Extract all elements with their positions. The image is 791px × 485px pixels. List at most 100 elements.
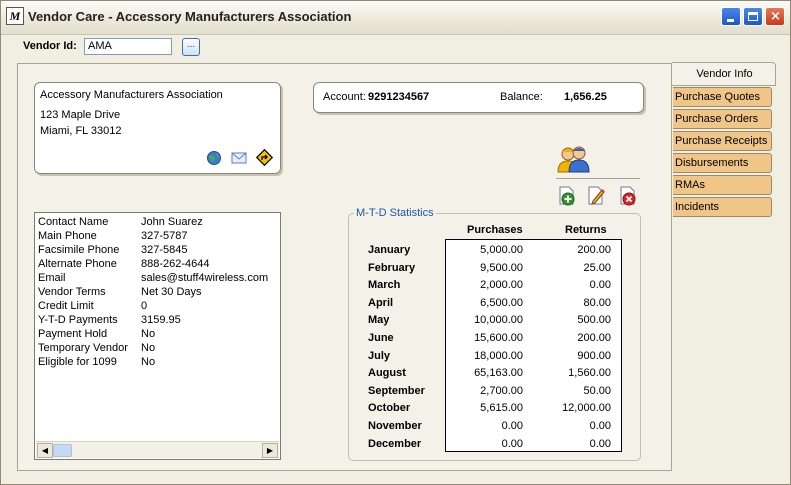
tab-vendor-info[interactable]: Vendor Info	[672, 62, 776, 86]
contact-field-label: Facsimile Phone	[38, 244, 120, 256]
web-globe-icon[interactable]	[206, 150, 222, 166]
vendor-id-label: Vendor Id:	[23, 40, 77, 52]
purchases-header: Purchases	[467, 224, 523, 236]
contact-info-list[interactable]: Contact Name John Suarez Main Phone 327-578…	[34, 212, 281, 460]
returns-value: 500.00	[577, 314, 611, 327]
month-label: August	[368, 367, 406, 380]
contact-field-value: 327-5845	[141, 244, 188, 256]
contact-field-value: 0	[141, 300, 148, 312]
contact-field-label: Contact Name	[38, 216, 109, 228]
purchases-value: 0.00	[501, 437, 523, 450]
account-label: Account:	[323, 91, 366, 103]
address-line-2: Miami, FL 33012	[40, 125, 122, 137]
maximize-button[interactable]	[743, 7, 763, 26]
minimize-icon	[727, 19, 734, 22]
add-contact-icon[interactable]	[557, 186, 577, 206]
directions-icon[interactable]	[256, 149, 273, 166]
account-card: Account: 9291234567 Balance: 1,656.25	[313, 82, 644, 113]
returns-value: 12,000.00	[562, 402, 611, 415]
contact-field-label: Y-T-D Payments	[38, 314, 118, 326]
horizontal-scrollbar[interactable]: ◀ ▶	[36, 441, 279, 458]
month-label: April	[368, 296, 394, 309]
month-label: November	[368, 420, 422, 432]
contact-field-value: 888-262-4644	[141, 258, 210, 270]
returns-value: 200.00	[577, 244, 611, 256]
scroll-right-icon[interactable]: ▶	[262, 443, 278, 458]
tab-disbursements[interactable]: Disbursements	[673, 153, 772, 173]
maximize-icon	[748, 12, 758, 21]
returns-value: 900.00	[577, 349, 611, 362]
returns-value: 0.00	[589, 437, 611, 450]
email-icon[interactable]	[231, 151, 247, 165]
contact-field-label: Credit Limit	[38, 300, 94, 312]
contact-field-label: Payment Hold	[38, 328, 108, 340]
scroll-thumb[interactable]	[53, 444, 72, 457]
app-icon: M	[6, 7, 24, 25]
mtd-statistics-title: M-T-D Statistics	[354, 207, 436, 219]
contact-field-value: 327-5787	[141, 230, 188, 242]
contact-field-label: Email	[38, 272, 66, 284]
returns-value: 80.00	[583, 296, 611, 309]
tab-rmas[interactable]: RMAs	[673, 175, 772, 195]
purchases-value: 65,163.00	[474, 367, 523, 380]
tab-purchase-orders[interactable]: Purchase Orders	[673, 109, 772, 129]
purchases-value: 2,700.00	[480, 384, 523, 397]
month-label: May	[368, 314, 390, 327]
scroll-left-icon[interactable]: ◀	[37, 443, 53, 458]
close-button[interactable]: ×	[765, 7, 785, 26]
month-label: June	[368, 332, 394, 344]
contact-field-value: John Suarez	[141, 216, 203, 228]
month-label: March	[368, 279, 401, 292]
vendor-name: Accessory Manufacturers Association	[40, 89, 223, 101]
title-bar[interactable]: M Vendor Care - Accessory Manufacturers …	[1, 1, 790, 35]
contact-field-value: sales@stuff4wireless.com	[141, 272, 269, 284]
edit-contact-icon[interactable]	[586, 186, 606, 206]
account-number: 9291234567	[368, 91, 430, 103]
returns-header: Returns	[565, 224, 607, 236]
returns-value: 25.00	[583, 261, 611, 274]
month-label: January	[368, 244, 411, 256]
close-icon: ×	[770, 9, 781, 24]
contacts-icon[interactable]	[556, 144, 590, 174]
contact-field-value: No	[141, 356, 156, 368]
month-label: July	[368, 349, 391, 362]
contact-field-label: Alternate Phone	[38, 258, 117, 270]
tab-purchase-quotes[interactable]: Purchase Quotes	[673, 87, 772, 107]
month-label: February	[368, 261, 416, 274]
purchases-value: 18,000.00	[474, 349, 523, 362]
returns-value: 200.00	[577, 332, 611, 344]
returns-value: 50.00	[583, 384, 611, 397]
contact-field-label: Vendor Terms	[38, 286, 106, 298]
contact-field-value: Net 30 Days	[141, 286, 202, 298]
purchases-value: 6,500.00	[480, 296, 523, 309]
window-title: Vendor Care - Accessory Manufacturers As…	[28, 9, 352, 24]
purchases-value: 0.00	[501, 420, 523, 432]
tab-incidents[interactable]: Incidents	[673, 197, 772, 217]
purchases-value: 15,600.00	[474, 332, 523, 344]
contact-field-value: 3159.95	[141, 314, 181, 326]
month-label: December	[368, 437, 422, 450]
vendor-id-input[interactable]: AMA	[84, 38, 172, 55]
vendor-lookup-button[interactable]: ...	[182, 38, 200, 56]
purchases-value: 10,000.00	[474, 314, 523, 327]
address-line-1: 123 Maple Drive	[40, 109, 121, 121]
returns-value: 0.00	[589, 420, 611, 432]
contact-field-label: Temporary Vendor	[38, 342, 128, 354]
contact-field-value: No	[141, 328, 156, 340]
month-label: October	[368, 402, 411, 415]
contact-field-value: No	[141, 342, 156, 354]
balance-value: 1,656.25	[564, 91, 607, 103]
purchases-value: 5,000.00	[480, 244, 523, 256]
tab-purchase-receipts[interactable]: Purchase Receipts	[673, 131, 772, 151]
purchases-value: 2,000.00	[480, 279, 523, 292]
returns-value: 0.00	[589, 279, 611, 292]
purchases-value: 9,500.00	[480, 261, 523, 274]
minimize-button[interactable]	[721, 7, 741, 26]
returns-value: 1,560.00	[568, 367, 611, 380]
month-label: September	[368, 384, 425, 397]
contact-field-label: Main Phone	[38, 230, 97, 242]
contact-field-label: Eligible for 1099	[38, 356, 117, 368]
delete-contact-icon[interactable]	[618, 186, 638, 206]
purchases-value: 5,615.00	[480, 402, 523, 415]
balance-label: Balance:	[500, 91, 543, 103]
